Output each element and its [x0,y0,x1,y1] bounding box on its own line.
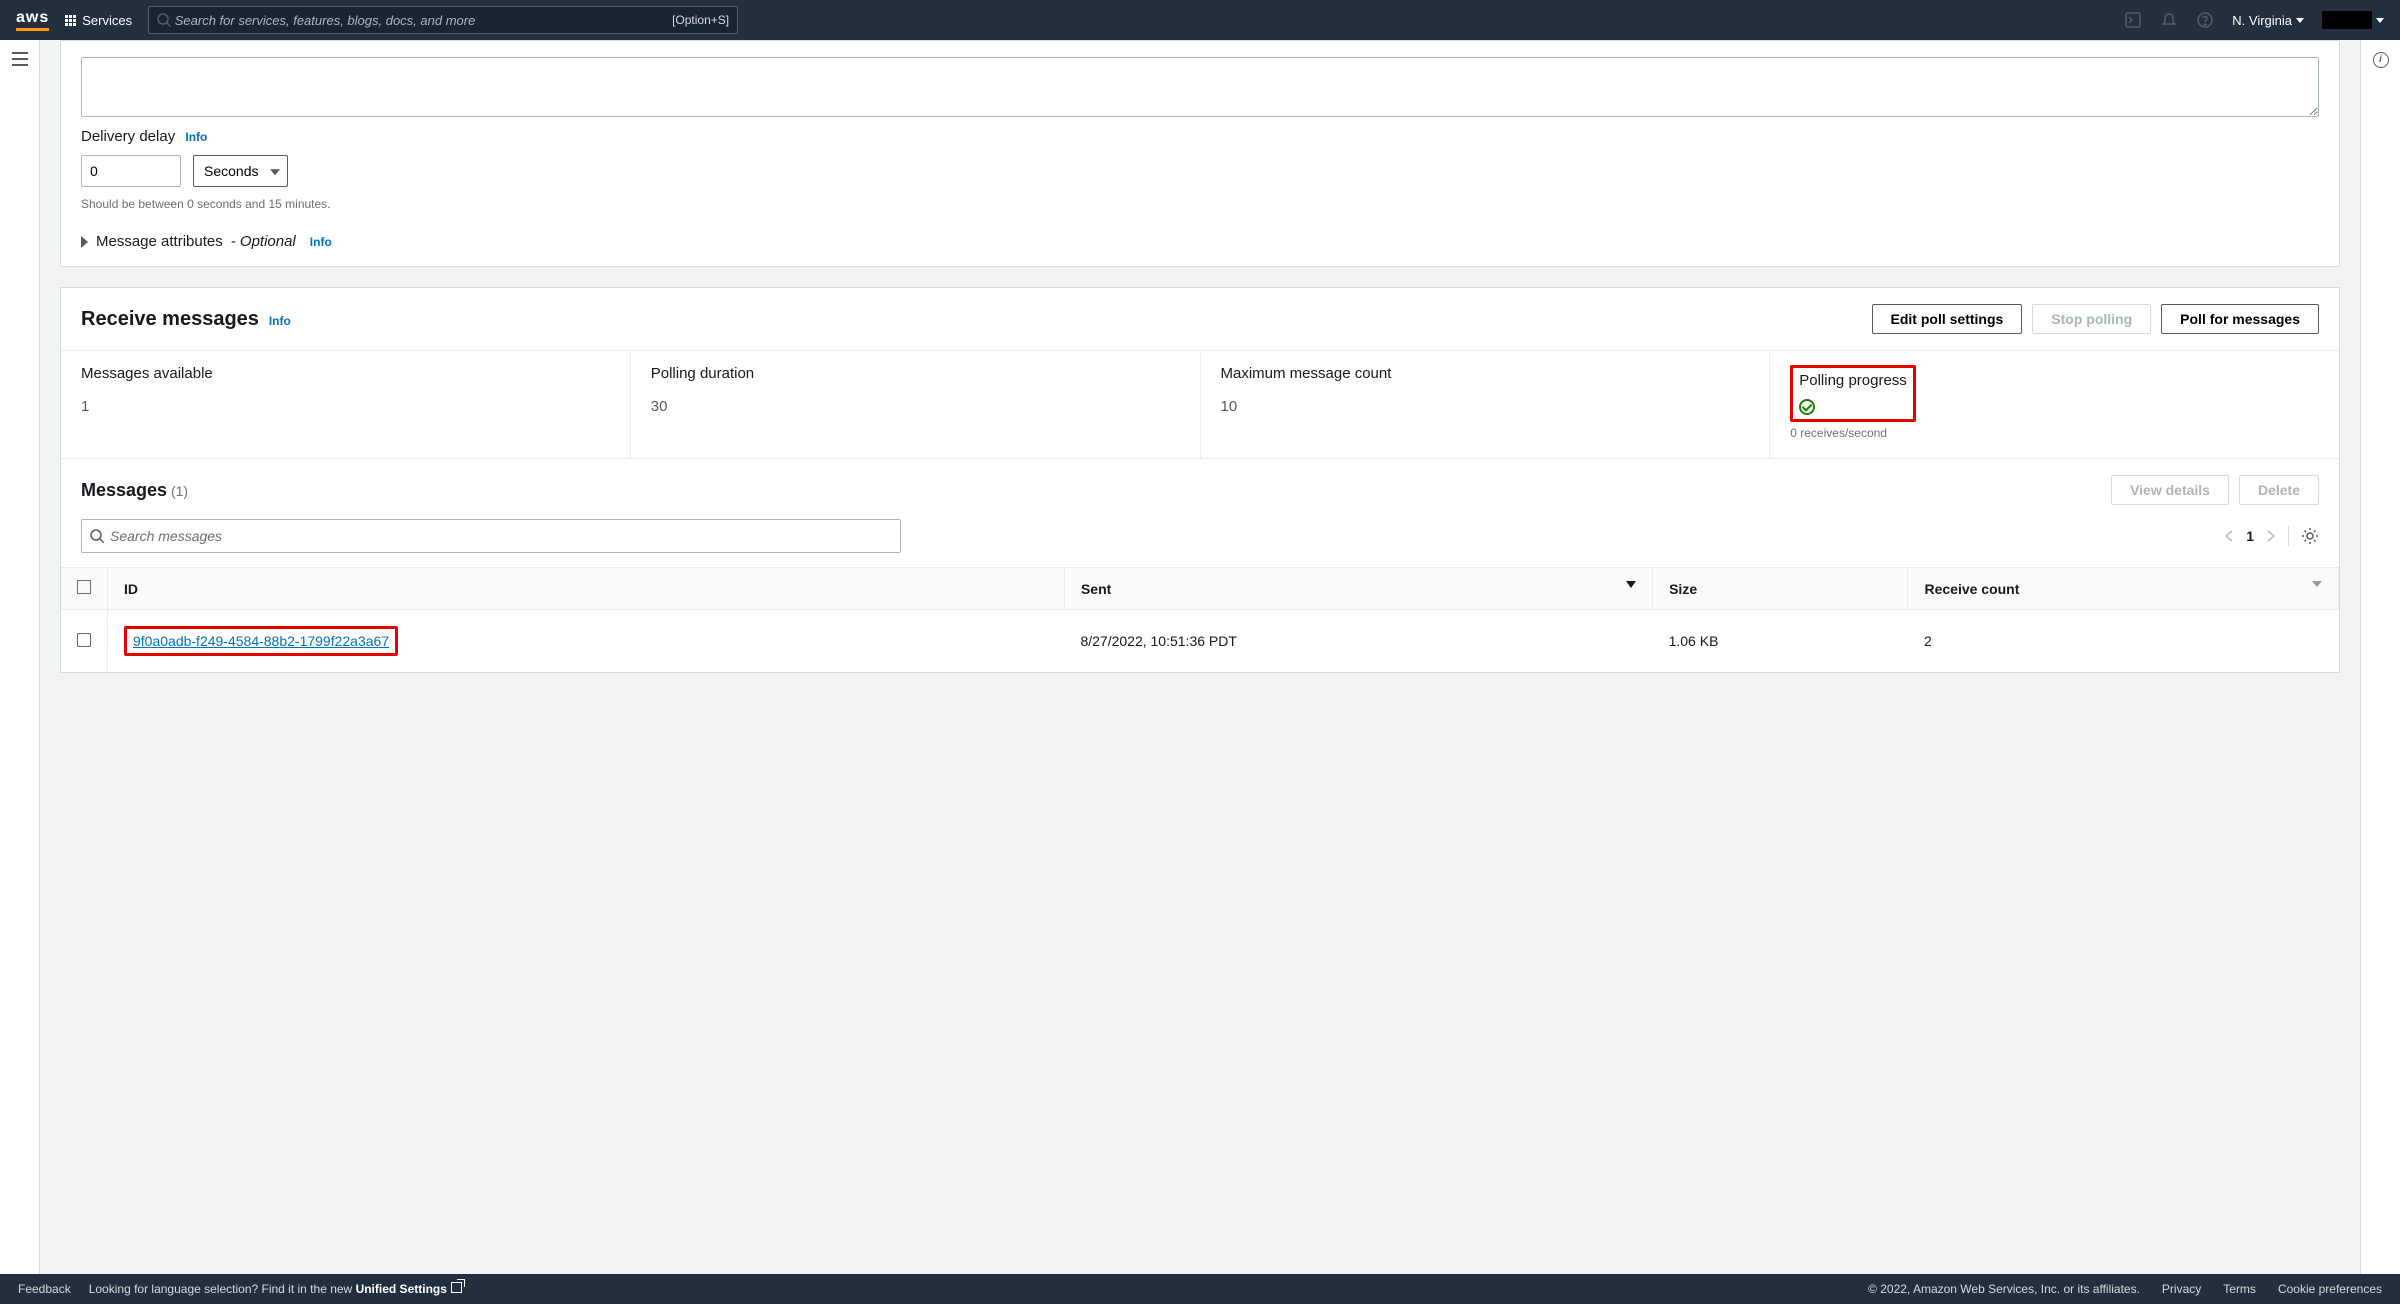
page-next-icon[interactable] [2266,529,2276,543]
delivery-delay-label: Delivery delay [81,128,175,145]
left-sidebar-toggle[interactable] [0,40,40,1274]
optional-label: - Optional [231,233,296,250]
message-row: 9f0a0adb-f249-4584-88b2-1799f22a3a67 8/2… [61,610,2339,673]
search-shortcut: [Option+S] [672,13,729,27]
stat-max-message-count: Maximum message count 10 [1201,351,1771,458]
search-messages-placeholder: Search messages [110,528,222,544]
cell-receive-count: 2 [1908,610,2339,673]
top-nav: aws Services Search for services, featur… [0,0,2400,40]
delay-unit-select[interactable]: Seconds [193,155,288,187]
expand-right-icon [81,236,88,248]
caret-down-icon [2376,18,2384,23]
stat-label: Maximum message count [1221,365,1750,382]
success-check-icon [1799,399,1815,415]
delete-message-button: Delete [2239,475,2319,505]
search-icon [157,13,171,27]
account-name-redacted [2322,11,2372,29]
col-sent[interactable]: Sent [1064,568,1652,610]
region-selector[interactable]: N. Virginia [2232,13,2304,28]
notifications-icon[interactable] [2160,11,2178,29]
send-message-panel: Delivery delay Info Seconds Should be be… [60,40,2340,267]
view-details-button: View details [2111,475,2229,505]
caret-down-icon [2296,18,2304,23]
hamburger-icon [12,52,28,66]
attributes-info-link[interactable]: Info [310,235,332,249]
receive-messages-panel: Receive messages Info Edit poll settings… [60,287,2340,673]
stat-label: Messages available [81,365,610,382]
message-id-link[interactable]: 9f0a0adb-f249-4584-88b2-1799f22a3a67 [133,633,389,649]
unified-settings-link[interactable]: Unified Settings [356,1282,462,1296]
account-menu[interactable] [2322,11,2384,29]
cookie-preferences-link[interactable]: Cookie preferences [2278,1282,2382,1296]
external-link-icon [451,1282,462,1293]
services-grid-icon [65,15,76,26]
highlight-box: 9f0a0adb-f249-4584-88b2-1799f22a3a67 [124,626,398,656]
stat-sub: 0 receives/second [1790,426,2319,440]
poll-for-messages-button[interactable]: Poll for messages [2161,304,2319,334]
aws-logo[interactable]: aws [16,9,49,31]
col-id[interactable]: ID [108,568,1065,610]
page-number: 1 [2246,528,2254,544]
stop-polling-button: Stop polling [2032,304,2151,334]
messages-count: (1) [171,483,188,499]
search-icon [90,529,104,543]
messages-table: ID Sent Size Receive count 9f0a0adb-f249… [61,567,2339,672]
services-menu[interactable]: Services [65,13,132,28]
page-prev-icon[interactable] [2224,529,2234,543]
stat-label: Polling duration [651,365,1180,382]
delay-info-link[interactable]: Info [185,130,207,144]
lang-prompt: Looking for language selection? Find it … [89,1282,353,1296]
row-checkbox[interactable] [77,633,91,647]
console-footer: Feedback Looking for language selection?… [0,1274,2400,1304]
col-receive-count[interactable]: Receive count [1908,568,2339,610]
stat-value: 30 [651,398,1180,415]
edit-poll-settings-button[interactable]: Edit poll settings [1872,304,2023,334]
help-icon[interactable] [2196,11,2214,29]
highlight-box: Polling progress [1790,365,1916,422]
info-icon [2373,52,2389,68]
attributes-label: Message attributes [96,233,223,250]
services-label: Services [82,13,132,28]
messages-title: Messages [81,480,167,500]
message-attributes-expander[interactable]: Message attributes - Optional Info [81,233,2319,250]
main-content: Delivery delay Info Seconds Should be be… [40,40,2360,1274]
sort-desc-icon [1626,581,1636,588]
stat-value: 10 [1221,398,1750,415]
region-label: N. Virginia [2232,13,2292,28]
column-pref-icon [2312,581,2322,587]
stat-messages-available: Messages available 1 [61,351,631,458]
stat-polling-progress: Polling progress 0 receives/second [1770,351,2339,458]
select-all-checkbox[interactable] [77,580,91,594]
col-size[interactable]: Size [1653,568,1908,610]
stat-polling-duration: Polling duration 30 [631,351,1201,458]
copyright: © 2022, Amazon Web Services, Inc. or its… [1868,1282,2140,1296]
search-messages-input[interactable]: Search messages [81,519,901,553]
receive-info-link[interactable]: Info [269,314,291,328]
workspace: Delivery delay Info Seconds Should be be… [0,40,2400,1274]
cell-size: 1.06 KB [1653,610,1908,673]
search-placeholder: Search for services, features, blogs, do… [175,13,476,28]
message-body-input[interactable] [81,57,2319,117]
settings-gear-icon[interactable] [2301,527,2319,545]
cloudshell-icon[interactable] [2124,11,2142,29]
privacy-link[interactable]: Privacy [2162,1282,2201,1296]
stat-label: Polling progress [1799,372,1907,389]
cell-sent: 8/27/2022, 10:51:36 PDT [1064,610,1652,673]
right-sidebar-toggle[interactable] [2360,40,2400,1274]
global-search[interactable]: Search for services, features, blogs, do… [148,6,738,34]
delay-hint: Should be between 0 seconds and 15 minut… [81,197,2319,211]
delay-value-input[interactable] [81,155,181,187]
receive-title: Receive messages [81,308,259,330]
terms-link[interactable]: Terms [2223,1282,2256,1296]
stat-value: 1 [81,398,610,415]
feedback-link[interactable]: Feedback [18,1282,71,1296]
